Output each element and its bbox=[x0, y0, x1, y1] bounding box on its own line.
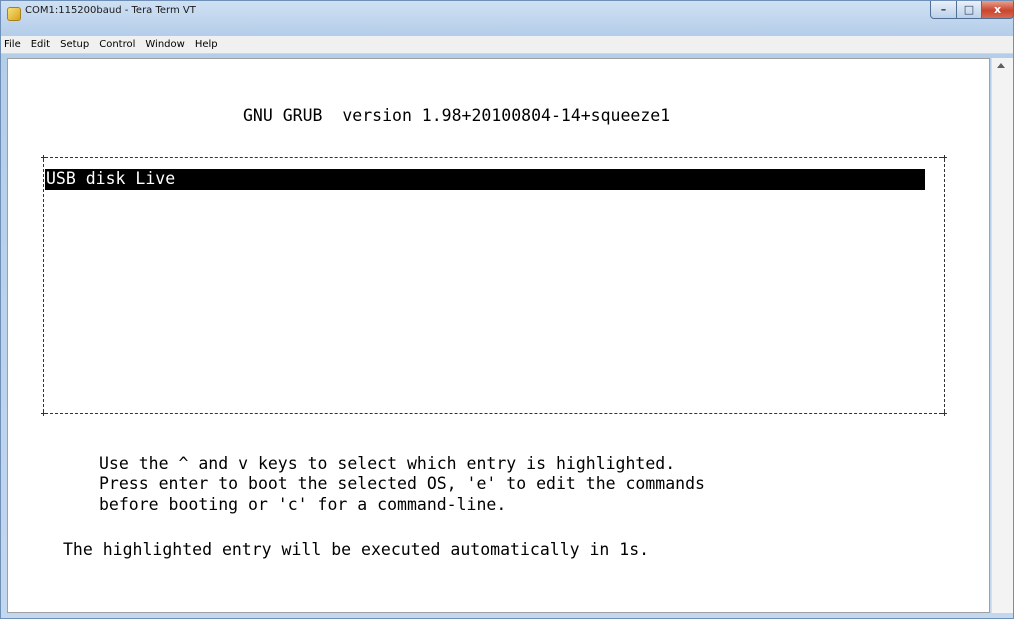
minimize-button[interactable]: – bbox=[930, 1, 957, 19]
tera-term-window: COM1:115200baud - Tera Term VT – □ x Fil… bbox=[0, 0, 1014, 619]
help-line-command: before booting or 'c' for a command-line… bbox=[99, 495, 507, 514]
terminal-screen[interactable] bbox=[7, 58, 990, 613]
countdown-message: The highlighted entry will be executed a… bbox=[63, 540, 650, 559]
help-line-keys: Use the ^ and v keys to select which ent… bbox=[99, 454, 676, 473]
vertical-scrollbar[interactable] bbox=[991, 58, 1013, 613]
menu-box-top-border bbox=[45, 157, 942, 158]
menu-box-corner-tr bbox=[942, 155, 947, 160]
menu-box-left-border bbox=[43, 159, 44, 412]
window-title: COM1:115200baud - Tera Term VT bbox=[25, 5, 196, 16]
menu-box-corner-br bbox=[942, 411, 947, 416]
menu-bar: File Edit Setup Control Window Help bbox=[1, 36, 1013, 54]
menu-box-bottom-border bbox=[45, 413, 942, 414]
minimize-icon: – bbox=[940, 3, 947, 16]
menu-box-right-border bbox=[944, 159, 945, 412]
maximize-button[interactable]: □ bbox=[956, 1, 982, 19]
close-icon: x bbox=[993, 3, 1002, 16]
boot-entry-usb-disk-live[interactable]: USB disk Live bbox=[46, 169, 175, 189]
close-button[interactable]: x bbox=[981, 1, 1014, 19]
help-line-enter: Press enter to boot the selected OS, 'e'… bbox=[99, 474, 705, 493]
menu-control[interactable]: Control bbox=[94, 36, 140, 53]
maximize-icon: □ bbox=[963, 3, 975, 16]
menu-box-corner-bl bbox=[41, 411, 46, 416]
scroll-up-arrow-icon[interactable] bbox=[997, 63, 1005, 68]
menu-help[interactable]: Help bbox=[190, 36, 223, 53]
boot-entry-highlight[interactable] bbox=[45, 169, 925, 190]
menu-box-corner-tl bbox=[41, 155, 46, 160]
title-bar[interactable]: COM1:115200baud - Tera Term VT – □ x bbox=[1, 1, 1014, 34]
tera-term-app-icon[interactable] bbox=[7, 7, 21, 21]
menu-window[interactable]: Window bbox=[140, 36, 189, 53]
grub-header: GNU GRUB version 1.98+20100804-14+squeez… bbox=[243, 106, 671, 125]
menu-edit[interactable]: Edit bbox=[26, 36, 55, 53]
menu-setup[interactable]: Setup bbox=[55, 36, 94, 53]
menu-file[interactable]: File bbox=[1, 36, 26, 53]
